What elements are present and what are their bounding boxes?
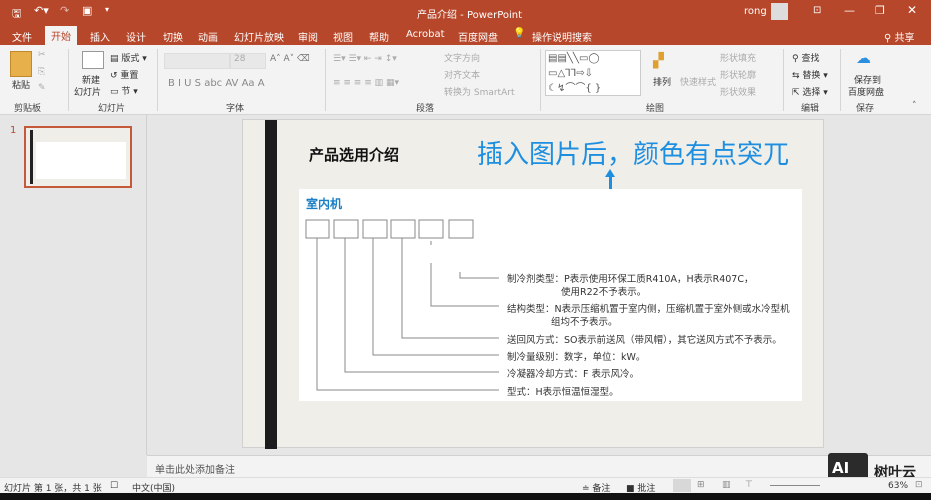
tab-review[interactable]: 审阅 [292,27,324,46]
maximize-button[interactable]: ❐ [875,4,885,17]
reset-button[interactable]: ↺ 重置 [110,68,138,81]
quick-styles-button[interactable]: 快速样式 [680,75,716,88]
new-slide-button[interactable]: 幻灯片 [74,85,101,98]
diagram-label: 制冷剂类型：P表示使用环保工质R410A，H表示R407C， [507,274,754,285]
zoom-level[interactable]: 63% [888,481,908,491]
tab-slideshow[interactable]: 幻灯片放映 [228,27,290,46]
tab-baidu[interactable]: 百度网盘 [452,27,504,46]
diagram-label: 结构类型：N表示压缩机置于室内侧，压缩机置于室外侧或水冷型机 [507,304,790,315]
notes-placeholder[interactable]: 单击此处添加备注 [155,461,235,476]
annotation-text[interactable]: 插入图片后，颜色有点突兀 [477,134,789,171]
collapse-ribbon-icon[interactable]: ˄ [912,101,917,111]
shape-fill-button[interactable]: 形状填充 [720,51,756,64]
ribbon-display-icon[interactable]: ⊡ [813,5,821,16]
new-slide-icon[interactable] [82,51,104,69]
thumb-number: 1 [10,125,17,136]
smartart-button[interactable]: 转换为 SmartArt [444,85,514,98]
font-size-select[interactable]: 28 [230,53,266,69]
group-font: 字体 [226,104,245,114]
find-button[interactable]: ⚲ 查找 [792,51,819,64]
tab-transitions[interactable]: 切换 [157,27,189,46]
slideshow-view-button[interactable]: ⊤ [745,480,753,490]
slide-accent-bar [265,120,277,449]
share-icon: ⚲ [884,33,895,44]
replace-button[interactable]: ⇆ 替换 ▾ [792,68,828,81]
align-text-button[interactable]: 对齐文本 [444,68,480,81]
undo-icon[interactable]: ↶▾ [34,4,49,17]
lightbulb-icon: 💡 [513,28,526,39]
slide-thumbnails-pane: 1 [0,115,147,455]
ribbon: 粘贴 ✂ ⎘ ✎ 剪贴板 新建 幻灯片 ▤ 版式 ▾ ↺ 重置 ▭ 节 ▾ 幻灯… [0,45,931,115]
list-icons[interactable]: ☰▾ ☰▾ ⇤ ⇥ ↕▾ [333,54,397,64]
ribbon-tabs: 文件 开始 插入 设计 切换 动画 幻灯片放映 审阅 视图 帮助 Acrobat… [0,24,931,45]
layout-button[interactable]: ▤ 版式 ▾ [110,51,147,64]
select-button[interactable]: ⇱ 选择 ▾ [792,85,828,98]
tab-help[interactable]: 帮助 [363,27,395,46]
status-bar: 幻灯片 第 1 张，共 1 张 ☐ 中文(中国) ≐ 备注 ■ 批注 ⊞ ▥ ⊤… [0,477,931,494]
title-bar: 🖫 ↶▾ ↷ ▣ ▾ 产品介绍 - PowerPoint rong ⊡ — ❐ … [0,0,931,24]
font-family-select[interactable] [164,53,230,69]
slide-thumbnail-1[interactable] [24,126,132,188]
tab-design[interactable]: 设计 [120,27,152,46]
tab-insert[interactable]: 插入 [84,27,116,46]
sorter-view-button[interactable]: ⊞ [697,480,705,490]
diagram-label: 冷凝器冷却方式：F 表示风冷。 [507,369,639,380]
grow-shrink-font-icons[interactable]: A˄ A˅ ⌫ [270,54,310,64]
font-format-icons[interactable]: B I U S abc AV Aa A [168,78,265,89]
diagram-label: 组均不予表示。 [551,317,618,328]
paste-button[interactable]: 粘贴 [12,78,30,91]
diagram-label: 制冷量级别：数字，单位：kW。 [507,352,646,363]
present-icon[interactable]: ▣ [82,4,92,17]
close-button[interactable]: ✕ [907,3,917,17]
arrange-icon[interactable]: ▞ [653,53,664,69]
group-paragraph: 段落 [416,104,435,114]
save-baidu-l2[interactable]: 百度网盘 [848,85,884,98]
avatar[interactable] [771,3,788,20]
redo-icon[interactable]: ↷ [60,4,69,17]
tab-file[interactable]: 文件 [6,27,38,46]
group-save: 保存 [856,104,875,114]
tab-animations[interactable]: 动画 [192,27,224,46]
copy-icon[interactable]: ⎘ [38,67,45,77]
shape-effects-button[interactable]: 形状效果 [720,85,756,98]
baidu-cloud-icon[interactable]: ☁ [856,49,871,67]
group-clipboard: 剪贴板 [14,104,42,114]
share-button[interactable]: ⚲ 共享 [884,29,915,44]
diagram-label: 使用R22不予表示。 [561,287,647,298]
paste-icon[interactable] [10,51,32,77]
diagram-label: 送回风方式：SO表示前送风（带风帽），其它送风方式不予表示。 [507,335,782,346]
shape-outline-button[interactable]: 形状轮廓 [720,68,756,81]
fit-slide-icon[interactable]: ⊡ [915,480,923,490]
tab-acrobat[interactable]: Acrobat [400,27,451,42]
diagram-label: 型式：H表示恒温恒湿型。 [507,387,619,398]
group-editing: 编辑 [801,104,820,114]
normal-view-button[interactable] [673,479,691,492]
save-icon[interactable]: 🖫 [12,5,21,24]
slide-title[interactable]: 产品选用介绍 [309,144,399,165]
minimize-button[interactable]: — [844,4,855,17]
window-title: 产品介绍 - PowerPoint [417,10,523,21]
group-slides: 幻灯片 [98,104,126,114]
share-label: 共享 [894,33,915,44]
group-drawing: 绘图 [646,104,665,114]
spellcheck-icon[interactable]: ☐ [110,481,118,491]
user-name[interactable]: rong [744,6,767,17]
section-button[interactable]: ▭ 节 ▾ [110,84,138,97]
format-painter-icon[interactable]: ✎ [38,83,46,93]
align-icons[interactable]: ≡ ≡ ≡ ≡ ▥ ▦▾ [333,78,399,88]
cut-icon[interactable]: ✂ [38,50,46,60]
tab-view[interactable]: 视图 [327,27,359,46]
text-direction-button[interactable]: 文字方向 [444,51,480,64]
notes-pane[interactable]: 单击此处添加备注 [147,455,931,477]
arrange-button[interactable]: 排列 [653,75,671,88]
customize-icon[interactable]: ▾ [105,5,109,14]
inserted-image[interactable]: 室内机 制冷剂类型：P表示使用环保工质R410A，H表示R407C， 使用R22… [299,189,802,401]
zoom-slider[interactable] [770,485,820,486]
slide-canvas[interactable]: 产品选用介绍 插入图片后，颜色有点突兀 室内机 制冷剂类型：P表示使用环保工质R… [242,119,824,449]
reading-view-button[interactable]: ▥ [722,480,731,490]
shapes-gallery[interactable]: ▤▤╲╲▭◯ ▭△⅂⅂⇨⇩ ☾↯⌒⌒{ } [545,50,641,96]
tab-home[interactable]: 开始 [45,26,77,45]
taskbar [0,493,931,500]
tell-me-search[interactable]: 操作说明搜索 [526,27,598,46]
